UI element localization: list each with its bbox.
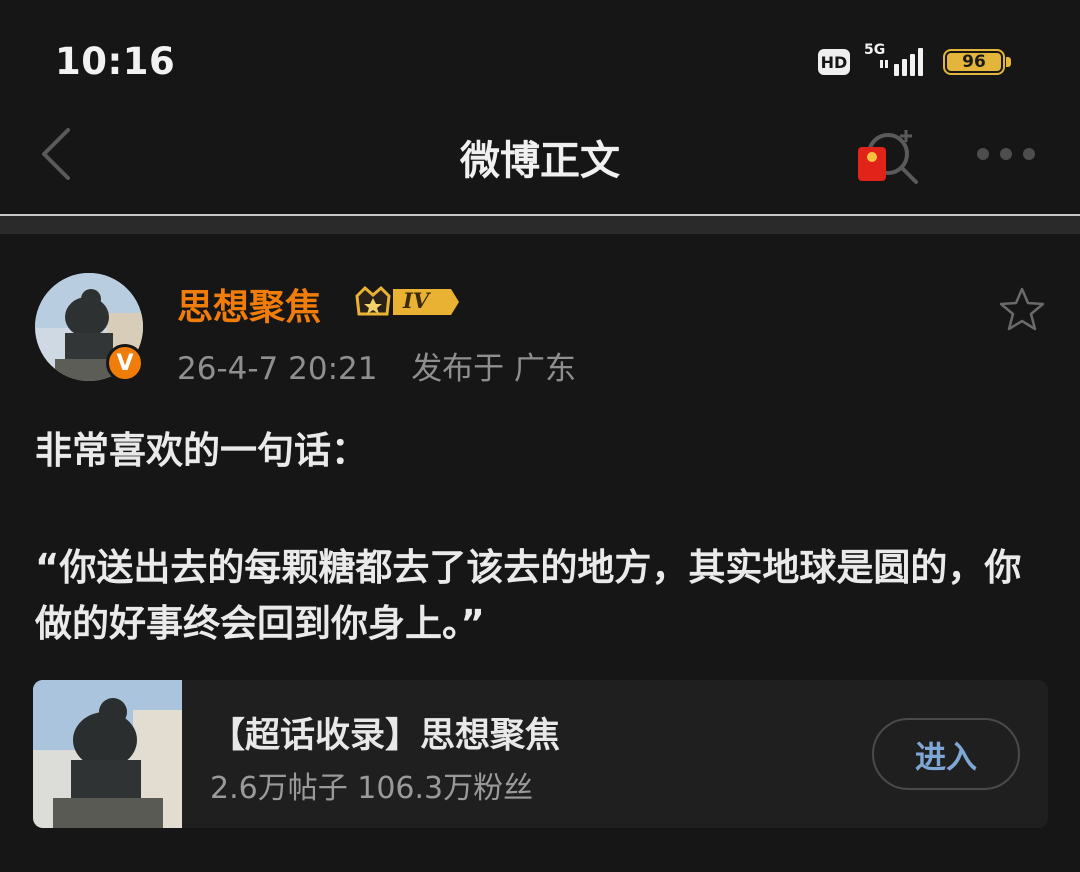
level-badge-text: IV (403, 288, 430, 313)
supertopic-stats: 2.6万帖子 106.3万粉丝 (210, 771, 534, 806)
post-text-line: 非常喜欢的一句话： (35, 429, 368, 472)
star-icon[interactable] (998, 286, 1046, 332)
battery-indicator: 96 (943, 49, 1005, 75)
post-meta: 26-4-7 20:21 发布于 广东 (177, 343, 576, 388)
red-packet-icon[interactable] (858, 147, 886, 181)
enter-button[interactable]: 进入 (872, 718, 1020, 790)
status-time: 10:16 (55, 40, 176, 83)
username[interactable]: 思想聚焦 (177, 278, 321, 330)
signal-bars-icon (880, 48, 923, 76)
more-dots-icon[interactable] (975, 145, 1037, 163)
post-location: 发布于 广东 (411, 351, 577, 387)
battery-level: 96 (947, 52, 1001, 72)
post-quote: “你送出去的每颗糖都去了该去的地方，其实地球是圆的，你做的好事终会回到你身上。” (35, 546, 1022, 645)
verified-badge: V (106, 344, 144, 382)
hd-indicator: HD (818, 49, 850, 75)
post-timestamp: 26-4-7 20:21 (177, 351, 378, 387)
vip-level-badge[interactable]: IV (353, 284, 461, 320)
battery-tip (1006, 57, 1011, 67)
section-separator (0, 216, 1080, 234)
supertopic-title: 【超话收录】思想聚焦 (210, 716, 561, 756)
supertopic-thumbnail (33, 680, 182, 828)
